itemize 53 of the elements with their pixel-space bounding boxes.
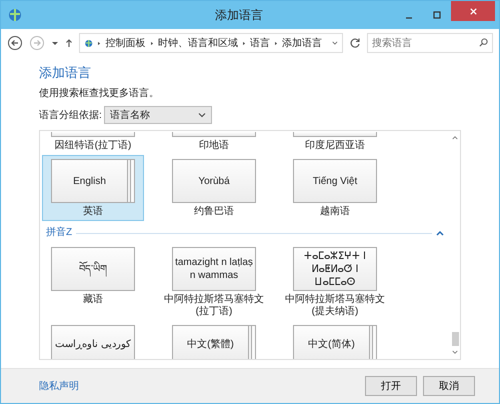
refresh-icon[interactable]: [349, 37, 361, 49]
group-by-label: 语言分组依据:: [39, 108, 102, 122]
separator-icon[interactable]: [150, 40, 153, 46]
language-tile: Yorùbá: [172, 159, 256, 203]
chevron-icon[interactable]: [332, 39, 338, 47]
chevron-icon: [198, 111, 206, 119]
collapse-icon[interactable]: [436, 230, 444, 236]
maximize-icon[interactable]: [432, 10, 442, 20]
breadcrumb[interactable]: 控制面板: [106, 36, 146, 50]
language-item[interactable]: 中文(简体): [284, 321, 386, 359]
search-icon[interactable]: [479, 38, 488, 47]
search-field[interactable]: 搜索语言: [367, 33, 493, 53]
page-heading: 添加语言: [39, 65, 92, 81]
language-item[interactable]: 印地语: [163, 131, 265, 155]
language-item[interactable]: 印度尼西亚语: [284, 131, 386, 155]
separator-icon[interactable]: [275, 40, 278, 46]
language-item[interactable]: English 英语: [42, 155, 144, 221]
language-tile: བོད་ཡིག: [51, 247, 135, 291]
language-tile: کوردیی ناوەڕاست: [51, 325, 135, 359]
language-tile: tamazight n laṭlaṣ n wammas: [172, 247, 256, 291]
scrollbar-thumb[interactable]: [452, 332, 458, 346]
language-tile: 中文(繁體): [172, 325, 256, 359]
language-tile: ⵜⴰⵎⴰⵣⵉⵖⵜ ⵏ ⵍⴰⵟⵍⴰⵚ ⵏ ⵡⴰⵎⵎⴰⵙ: [293, 247, 377, 291]
up-icon[interactable]: [65, 38, 73, 48]
language-tile: English: [51, 159, 135, 203]
language-item[interactable]: Yorùbá 约鲁巴语: [163, 155, 265, 221]
language-item[interactable]: བོད་ཡིག 藏语: [42, 243, 144, 321]
globe-icon: [7, 7, 23, 23]
privacy-link[interactable]: 隐私声明: [39, 379, 79, 393]
address-bar[interactable]: 控制面板 时钟、语言和区域 语言 添加语言: [79, 33, 343, 53]
language-tile: 中文(简体): [293, 325, 377, 359]
language-item[interactable]: Tiếng Việt 越南语: [284, 155, 386, 221]
description: 使用搜索框查找更多语言。: [39, 87, 160, 100]
scroll-up-icon[interactable]: [452, 135, 458, 140]
dialog-button[interactable]: 取消: [423, 376, 475, 396]
breadcrumb[interactable]: 添加语言: [282, 36, 322, 50]
language-item[interactable]: 中文(繁體): [163, 321, 265, 359]
breadcrumb[interactable]: 语言: [250, 36, 270, 50]
language-item[interactable]: کوردیی ناوەڕاست: [42, 321, 144, 359]
back-icon[interactable]: [7, 35, 23, 51]
separator-icon[interactable]: [98, 40, 101, 46]
close-icon: [468, 6, 478, 16]
language-item[interactable]: 因纽特语(拉丁语): [42, 131, 144, 155]
scroll-down-icon[interactable]: [452, 350, 458, 355]
breadcrumb[interactable]: 时钟、语言和区域: [158, 36, 238, 50]
separator-icon[interactable]: [242, 40, 246, 46]
dialog-button[interactable]: 打开: [365, 376, 417, 396]
group-header[interactable]: 拼音Z: [46, 227, 72, 239]
language-item[interactable]: ⵜⴰⵎⴰⵣⵉⵖⵜ ⵏ ⵍⴰⵟⵍⴰⵚ ⵏ ⵡⴰⵎⵎⴰⵙ 中阿特拉斯塔马塞特文(提夫纳语): [284, 243, 386, 321]
group-by-dropdown[interactable]: 语言名称: [104, 106, 212, 124]
language-item[interactable]: tamazight n laṭlaṣ n wammas 中阿特拉斯塔马塞特文(拉丁语): [163, 243, 265, 321]
language-tile: Tiếng Việt: [293, 159, 377, 203]
window-title: 添加语言: [214, 6, 264, 24]
